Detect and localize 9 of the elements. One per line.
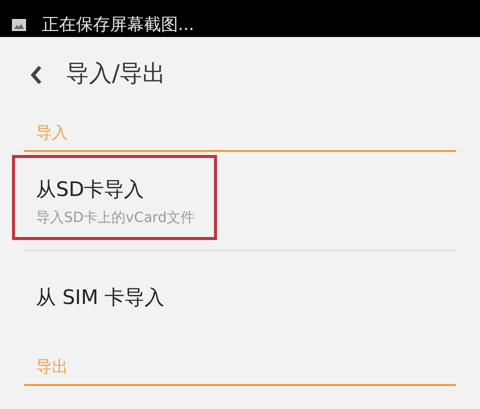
section-header: 导入 xyxy=(36,122,69,144)
section-header: 导出 xyxy=(36,356,69,378)
list-item[interactable]: 从SD卡导入 导入SD卡上的vCard文件 xyxy=(24,152,456,251)
list-item[interactable]: 从 SIM 卡导入 xyxy=(24,251,456,346)
notification-text: 正在保存屏幕截图... xyxy=(42,14,194,36)
image-icon xyxy=(12,18,26,30)
page-title: 导入/导出 xyxy=(66,60,166,90)
item-subtitle: 导入SD卡上的vCard文件 xyxy=(36,209,196,228)
back-icon[interactable] xyxy=(30,64,42,84)
